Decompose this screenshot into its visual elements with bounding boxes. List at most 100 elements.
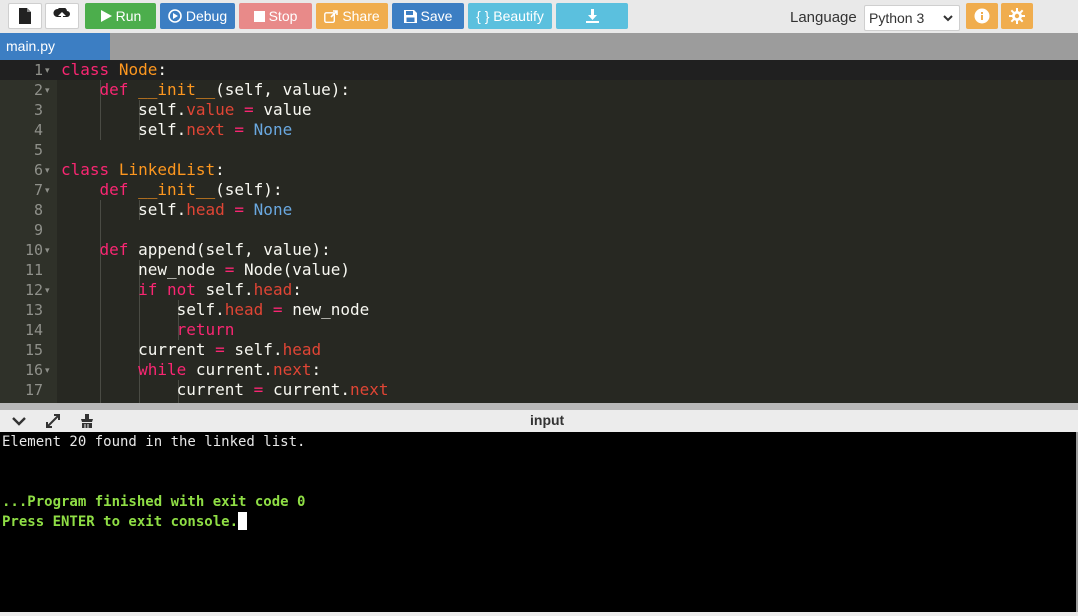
code-line-1: class Node: bbox=[61, 60, 167, 80]
settings-button[interactable] bbox=[1001, 3, 1033, 29]
operator: = bbox=[244, 380, 273, 399]
download-button[interactable] bbox=[556, 3, 628, 29]
code-text: value bbox=[263, 100, 312, 119]
line-number: 16 bbox=[24, 361, 43, 379]
fold-toggle-icon[interactable]: ▾ bbox=[45, 160, 55, 180]
line-number: 2 bbox=[33, 81, 43, 99]
code-text: current bbox=[176, 380, 245, 399]
code-text: (self): bbox=[215, 180, 283, 199]
new-file-button[interactable] bbox=[8, 3, 42, 29]
code-text: self. bbox=[138, 120, 187, 139]
code-text: new_node bbox=[292, 300, 370, 319]
attribute: next bbox=[186, 120, 225, 139]
console-header: input bbox=[0, 410, 1078, 432]
line-number: 10 bbox=[24, 241, 43, 259]
code-line-7: def __init__(self): bbox=[61, 180, 283, 200]
console-title: input bbox=[530, 412, 565, 428]
play-icon bbox=[100, 10, 112, 22]
operator: = bbox=[263, 300, 293, 319]
info-icon bbox=[974, 8, 990, 24]
line-number: 9 bbox=[33, 221, 43, 239]
line-number: 7 bbox=[33, 181, 43, 199]
code-text: current. bbox=[272, 380, 350, 399]
console-output[interactable]: Element 20 found in the linked list. ...… bbox=[0, 432, 1076, 612]
console-line: ...Program finished with exit code 0 bbox=[2, 494, 306, 510]
file-icon bbox=[18, 8, 32, 24]
code-text: self. bbox=[205, 280, 254, 299]
console-prompt-line: Press ENTER to exit console. bbox=[2, 512, 248, 532]
line-number: 12 bbox=[24, 281, 43, 299]
language-select[interactable]: Python 3 bbox=[864, 5, 960, 31]
info-button[interactable] bbox=[966, 3, 998, 29]
line-number: 14 bbox=[24, 321, 43, 339]
keyword: def bbox=[99, 240, 129, 259]
toolbar: Run Debug Stop Share Save { } Beautify L… bbox=[0, 0, 1078, 33]
function-name: __init__ bbox=[138, 80, 216, 99]
beautify-button[interactable]: { } Beautify bbox=[468, 3, 552, 29]
attribute: value bbox=[186, 100, 235, 119]
line-number: 6 bbox=[33, 161, 43, 179]
stop-button[interactable]: Stop bbox=[239, 3, 312, 29]
fold-toggle-icon[interactable]: ▾ bbox=[45, 240, 55, 260]
code-line-2: def __init__(self, value): bbox=[61, 80, 350, 100]
code-line-15: current = self.head bbox=[61, 340, 321, 360]
line-number: 4 bbox=[33, 121, 43, 139]
line-number: 5 bbox=[33, 141, 43, 159]
code-line-13: self.head = new_node bbox=[61, 300, 370, 320]
operator: = bbox=[205, 340, 235, 359]
fold-toggle-icon[interactable]: ▾ bbox=[45, 280, 55, 300]
debug-label: Debug bbox=[185, 8, 228, 24]
code-text: : bbox=[157, 60, 167, 79]
operator: = bbox=[224, 120, 254, 139]
code-text: (self, value): bbox=[215, 80, 350, 99]
save-button[interactable]: Save bbox=[392, 3, 464, 29]
keyword: class bbox=[61, 60, 110, 79]
chevron-down-icon bbox=[942, 9, 954, 34]
attribute: head bbox=[253, 280, 293, 299]
line-number: 11 bbox=[24, 261, 43, 279]
download-icon bbox=[585, 9, 599, 23]
file-tab-bar: main.py bbox=[0, 33, 1078, 60]
debug-button[interactable]: Debug bbox=[160, 3, 235, 29]
stop-label: Stop bbox=[268, 8, 298, 24]
keyword: def bbox=[99, 180, 129, 199]
code-editor[interactable]: class Node: def __init__(self, value): s… bbox=[0, 60, 1078, 403]
tab-main-py[interactable]: main.py bbox=[0, 33, 110, 60]
attribute: head bbox=[282, 340, 322, 359]
share-button[interactable]: Share bbox=[316, 3, 388, 29]
class-name: Node bbox=[118, 60, 158, 79]
code-text: Node(value) bbox=[244, 260, 350, 279]
code-line-16: while current.next: bbox=[61, 360, 321, 380]
language-label: Language bbox=[790, 9, 857, 26]
class-name: LinkedList bbox=[118, 160, 216, 179]
fold-toggle-icon[interactable]: ▾ bbox=[45, 360, 55, 380]
fold-toggle-icon[interactable]: ▾ bbox=[45, 80, 55, 100]
code-text: current bbox=[138, 340, 206, 359]
code-line-10: def append(self, value): bbox=[61, 240, 331, 260]
keyword: def bbox=[99, 80, 129, 99]
console-resize-handle[interactable] bbox=[0, 403, 1078, 410]
function-name: __init__ bbox=[138, 180, 216, 199]
upload-button[interactable] bbox=[45, 3, 79, 29]
stop-icon bbox=[253, 10, 265, 22]
expand-icon[interactable] bbox=[45, 413, 61, 434]
run-button[interactable]: Run bbox=[85, 3, 156, 29]
attribute: head bbox=[224, 300, 264, 319]
code-text: (self, value): bbox=[195, 240, 331, 259]
operator: = bbox=[224, 200, 254, 219]
line-number: 15 bbox=[24, 341, 43, 359]
fold-toggle-icon[interactable]: ▾ bbox=[45, 180, 55, 200]
keyword: class bbox=[61, 160, 110, 179]
keyword: return bbox=[176, 320, 235, 339]
code-line-17: current = current.next bbox=[61, 380, 389, 400]
keyword: while bbox=[138, 360, 187, 379]
share-icon bbox=[324, 9, 339, 23]
console-cursor bbox=[238, 512, 248, 530]
code-line-8: self.head = None bbox=[61, 200, 292, 220]
save-icon bbox=[403, 9, 417, 23]
chevron-down-icon[interactable] bbox=[11, 413, 27, 434]
clear-console-icon[interactable] bbox=[79, 413, 95, 434]
page-footer-strip bbox=[0, 612, 1078, 616]
fold-toggle-icon[interactable]: ▾ bbox=[45, 60, 55, 80]
code-line-4: self.next = None bbox=[61, 120, 292, 140]
